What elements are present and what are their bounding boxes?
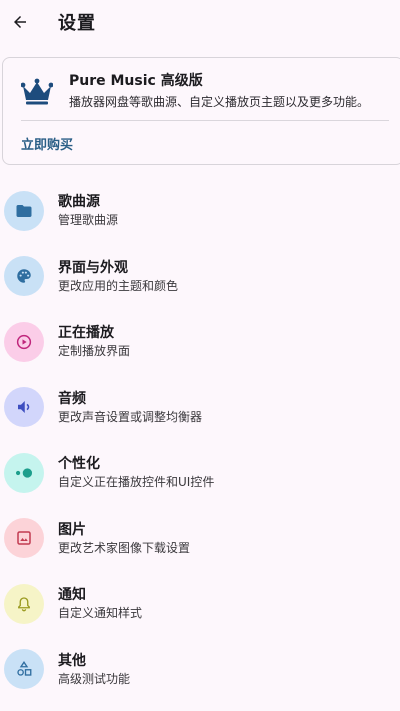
palette-icon — [4, 256, 44, 297]
settings-item-audio[interactable]: 音频 更改声音设置或调整均衡器 — [0, 375, 400, 441]
settings-item-title: 正在播放 — [58, 325, 114, 342]
settings-item-title: 个性化 — [58, 456, 100, 473]
bell-icon — [4, 583, 44, 624]
settings-item-song-sources[interactable]: 歌曲源 管理歌曲源 — [0, 178, 400, 244]
settings-item-subtitle: 更改应用的主题和颜色 — [58, 278, 179, 293]
settings-item-subtitle: 自定义正在播放控件和UI控件 — [58, 475, 215, 490]
toggle-icon — [4, 452, 44, 493]
crown-icon — [20, 78, 54, 106]
settings-item-title: 图片 — [58, 521, 86, 538]
divider — [21, 120, 389, 121]
settings-item-title: 界面与外观 — [58, 259, 128, 276]
settings-item-images[interactable]: 图片 更改艺术家图像下载设置 — [0, 506, 400, 572]
arrow-back-icon[interactable] — [8, 10, 32, 34]
settings-item-subtitle: 定制播放界面 — [58, 344, 131, 359]
folder-icon — [4, 190, 44, 231]
pro-card-title: Pure Music 高级版 — [69, 73, 203, 89]
app-bar: 设置 — [0, 0, 400, 44]
settings-item-appearance[interactable]: 界面与外观 更改应用的主题和颜色 — [0, 244, 400, 310]
settings-item-subtitle: 自定义通知样式 — [58, 606, 143, 621]
settings-item-subtitle: 高级测试功能 — [58, 671, 131, 686]
settings-item-notifications[interactable]: 通知 自定义通知样式 — [0, 571, 400, 637]
settings-item-title: 歌曲源 — [58, 194, 100, 211]
settings-item-subtitle: 管理歌曲源 — [58, 213, 119, 228]
settings-item-title: 其他 — [58, 652, 86, 669]
settings-item-other[interactable]: 其他 高级测试功能 — [0, 637, 400, 703]
page-title: 设置 — [58, 13, 96, 34]
pro-upgrade-card: Pure Music 高级版 播放器网盘等歌曲源、自定义播放页主题以及更多功能。… — [2, 57, 400, 165]
settings-item-personalize[interactable]: 个性化 自定义正在播放控件和UI控件 — [0, 440, 400, 506]
settings-item-subtitle: 更改声音设置或调整均衡器 — [58, 409, 203, 424]
buy-now-button[interactable]: 立即购买 — [21, 134, 73, 153]
settings-item-title: 通知 — [58, 587, 86, 604]
volume-icon — [4, 387, 44, 428]
settings-list: 歌曲源 管理歌曲源 界面与外观 更改应用的主题和颜色 正在播放 定制播放界面 音… — [0, 178, 400, 702]
settings-item-title: 音频 — [58, 390, 86, 407]
shapes-icon — [4, 649, 44, 690]
pro-card-description: 播放器网盘等歌曲源、自定义播放页主题以及更多功能。 — [69, 95, 370, 109]
image-icon — [4, 518, 44, 559]
settings-item-now-playing[interactable]: 正在播放 定制播放界面 — [0, 309, 400, 375]
play-circle-icon — [4, 321, 44, 362]
settings-item-subtitle: 更改艺术家图像下载设置 — [58, 540, 191, 555]
